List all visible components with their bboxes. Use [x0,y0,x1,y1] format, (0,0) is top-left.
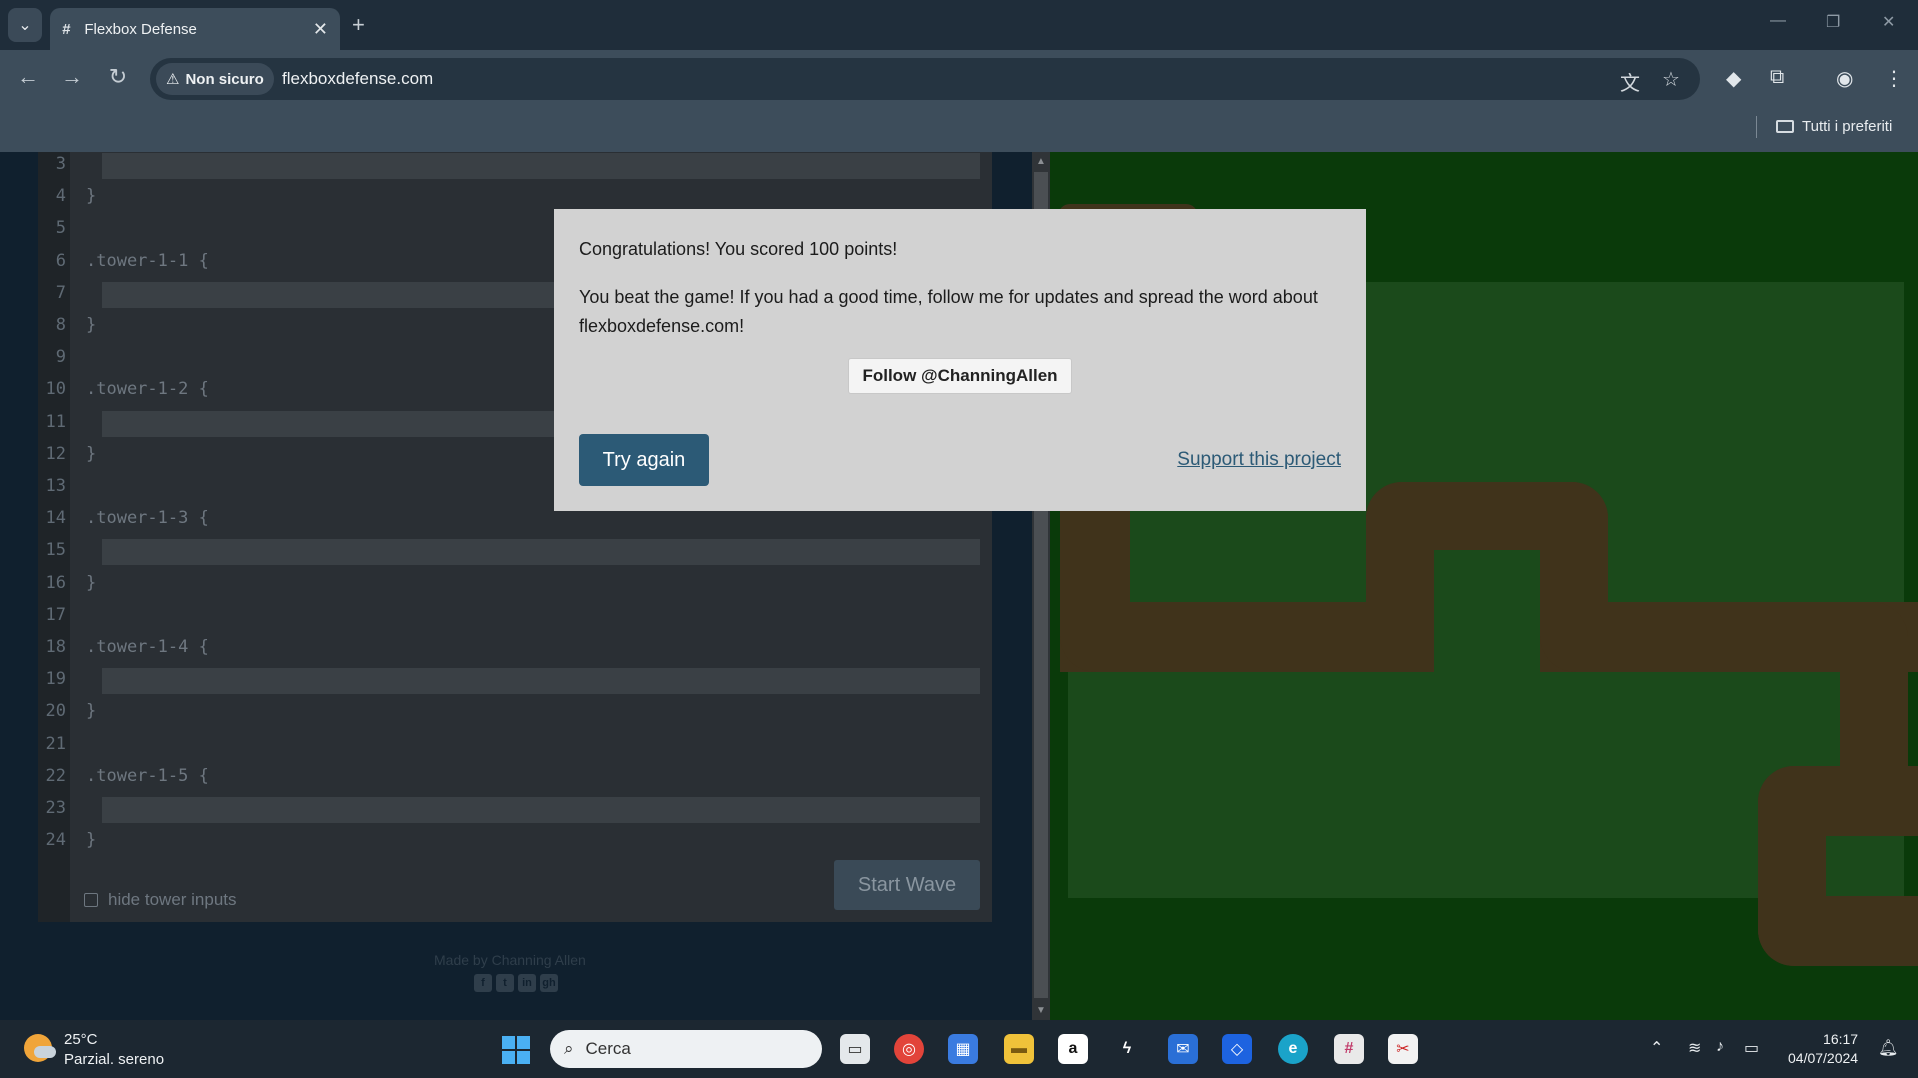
reload-icon[interactable]: ↻ [104,64,132,90]
amazon-icon[interactable]: a [1058,1034,1088,1064]
taskbar-search[interactable]: ⌕ Cerca [550,1030,822,1068]
clock-time: 16:17 [1823,1031,1859,1047]
wifi-icon[interactable]: ≋ [1688,1038,1701,1058]
tab-search-button[interactable]: ⌄ [8,8,42,42]
game-over-dialog: Congratulations! You scored 100 points! … [554,209,1366,511]
chrome-icon[interactable]: ◎ [894,1034,924,1064]
win-message: You beat the game! If you had a good tim… [579,287,1318,336]
profile-avatar-icon[interactable]: ◉ [1836,66,1853,91]
windows-start-icon[interactable] [502,1036,530,1064]
close-window-icon[interactable]: ✕ [1882,12,1895,32]
taskbar-clock[interactable]: 16:17 04/07/2024 [1788,1030,1858,1068]
follow-twitter-button[interactable]: Follow @ChanningAllen [848,358,1072,394]
minimize-icon[interactable]: — [1770,12,1786,30]
task-view-icon[interactable]: ▭ [840,1034,870,1064]
volume-icon[interactable]: ♪ [1716,1038,1724,1056]
forward-icon[interactable]: → [58,64,86,90]
back-icon[interactable]: ← [14,64,42,90]
snipping-tool-icon[interactable]: ✂ [1388,1034,1418,1064]
bookmark-folder-label: Tutti i preferiti [1802,118,1893,135]
clock-date: 04/07/2024 [1788,1050,1859,1066]
windows-taskbar: 25°C Parzial. sereno ⌕ Cerca ▭ ◎ ▦ ▬ a ϟ… [0,1020,1918,1078]
try-again-button[interactable]: Try again [579,434,709,486]
restore-icon[interactable]: ❐ [1826,12,1840,32]
file-explorer-icon[interactable]: ▬ [1004,1034,1034,1064]
menu-kebab-icon[interactable]: ⋮ [1884,66,1904,91]
extensions-icon[interactable]: ⧉ [1770,66,1784,89]
bookmarks-bar: Tutti i preferiti [0,106,1918,152]
slack-icon[interactable]: # [1334,1034,1364,1064]
tab-flexbox-defense[interactable]: # Flexbox Defense ✕ [50,8,340,50]
partly-sunny-icon[interactable] [24,1034,56,1062]
bookmarks-divider [1756,116,1757,138]
taskbar-search-placeholder: Cerca [585,1039,631,1058]
color-extension-icon[interactable]: ◆ [1726,66,1741,91]
store-icon[interactable]: ▦ [948,1034,978,1064]
translate-icon[interactable]: 文 [1620,67,1640,96]
tab-strip: ⌄ # Flexbox Defense ✕ + — ❐ ✕ [0,0,1918,50]
site-favicon-icon: # [62,20,71,38]
folder-icon [1776,120,1794,133]
new-tab-button[interactable]: + [352,12,365,38]
notifications-bell-icon[interactable]: 🔔︎ [1878,1038,1898,1058]
lightning-app-icon[interactable]: ϟ [1112,1034,1142,1064]
security-chip-label: Non sicuro [185,70,264,88]
edge-icon[interactable]: e [1278,1034,1308,1064]
tab-title: Flexbox Defense [84,20,197,38]
search-icon: ⌕ [564,1039,574,1058]
support-project-link[interactable]: Support this project [1177,449,1341,471]
show-hidden-icons-icon[interactable]: ⌃ [1650,1038,1663,1058]
bookmark-star-icon[interactable]: ☆ [1662,67,1680,92]
close-tab-icon[interactable]: ✕ [313,19,328,40]
chevron-down-icon: ⌄ [18,17,32,34]
weather-temperature[interactable]: 25°C [64,1031,98,1048]
dropbox-icon[interactable]: ◇ [1222,1034,1252,1064]
bookmark-folder-all[interactable]: Tutti i preferiti [1776,118,1892,135]
battery-icon[interactable]: ▭ [1744,1038,1759,1058]
weather-condition[interactable]: Parzial. sereno [64,1051,164,1068]
mail-icon[interactable]: ✉ [1168,1034,1198,1064]
url-text[interactable]: flexboxdefense.com [282,69,433,89]
address-bar[interactable]: ⚠ Non sicuro flexboxdefense.com 文 ☆ [150,58,1700,100]
browser-toolbar: ← → ↻ ⚠ Non sicuro flexboxdefense.com 文 … [0,50,1918,106]
warning-icon: ⚠ [166,71,180,88]
security-chip[interactable]: ⚠ Non sicuro [156,63,274,95]
score-message: Congratulations! You scored 100 points! [579,239,898,259]
